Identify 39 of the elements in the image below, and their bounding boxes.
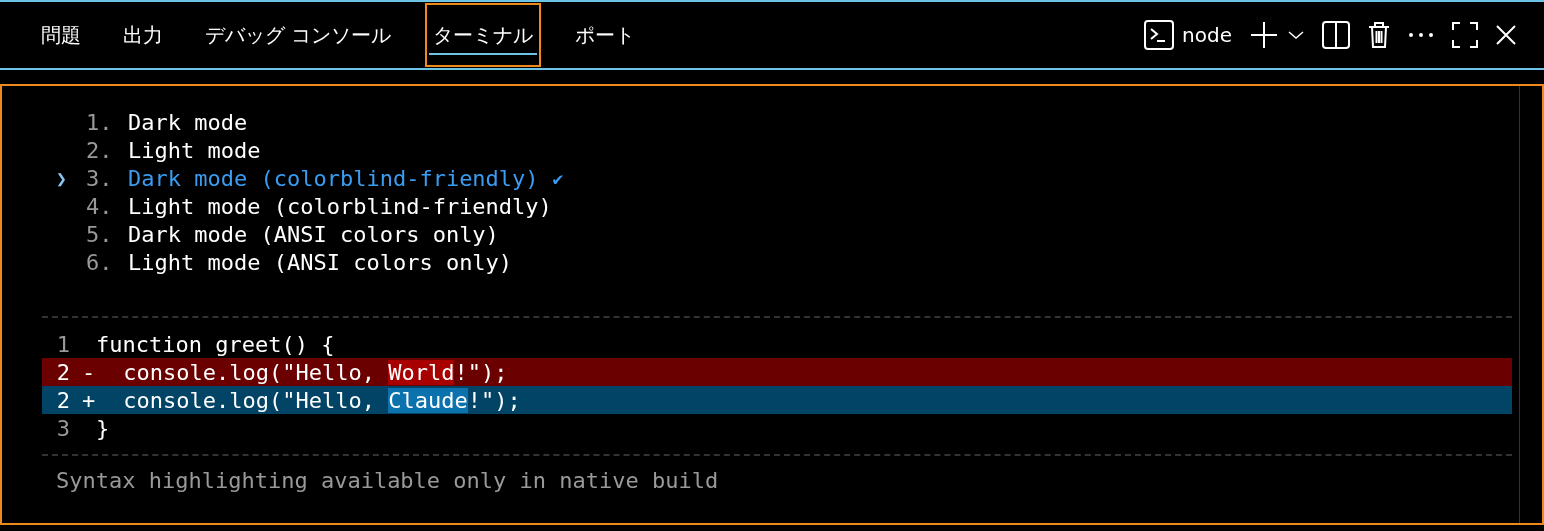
line-number: 2 xyxy=(55,359,71,385)
terminal-icon[interactable] xyxy=(1144,20,1175,50)
code-text: function greet() { xyxy=(96,331,335,357)
line-number: 2 xyxy=(55,387,71,413)
panel-tab[interactable]: ポート xyxy=(567,3,644,67)
plus-icon[interactable] xyxy=(1250,21,1278,49)
option-number: 5. xyxy=(86,221,114,247)
panel-tab[interactable]: ターミナル xyxy=(425,3,542,67)
option-number: 3. xyxy=(86,165,114,191)
line-number: 1 xyxy=(55,331,71,357)
option-label[interactable]: Dark mode (colorblind-friendly) xyxy=(128,165,539,191)
option-label[interactable]: Dark mode (ANSI colors only) xyxy=(128,221,499,247)
footer-note: Syntax highlighting available only in native build xyxy=(55,468,720,493)
option-number: 1. xyxy=(86,109,114,135)
code-text: console.log("Hello, World!"); xyxy=(122,359,508,385)
option-number: 6. xyxy=(86,249,114,275)
panel-tab[interactable]: 出力 xyxy=(115,3,171,67)
option-number: 4. xyxy=(86,193,114,219)
panel-tab[interactable]: 問題 xyxy=(33,3,89,67)
more-icon[interactable] xyxy=(1408,32,1434,38)
code-text: console.log("Hello, Claude!"); xyxy=(122,387,521,413)
maximize-icon[interactable] xyxy=(1452,22,1478,48)
close-icon[interactable] xyxy=(1496,25,1516,45)
chevron-down-icon[interactable] xyxy=(1288,30,1304,40)
option-label[interactable]: Light mode (colorblind-friendly) xyxy=(128,193,552,219)
selection-marker: ❯ xyxy=(55,167,68,189)
option-number: 2. xyxy=(86,137,114,163)
code-text: } xyxy=(96,415,110,441)
check-mark: ✔ xyxy=(552,167,564,189)
line-number: 3 xyxy=(55,415,71,441)
panel-tab[interactable]: デバッグ コンソール xyxy=(197,3,400,67)
option-label[interactable]: Light mode xyxy=(128,137,261,163)
option-label[interactable]: Dark mode xyxy=(128,109,248,135)
diff-sign: - xyxy=(82,359,97,385)
option-label[interactable]: Light mode (ANSI colors only) xyxy=(128,249,513,275)
split-icon[interactable] xyxy=(1322,21,1350,49)
trash-icon[interactable] xyxy=(1368,21,1390,49)
diff-sign: + xyxy=(82,387,97,413)
terminal-name: node xyxy=(1182,23,1232,47)
